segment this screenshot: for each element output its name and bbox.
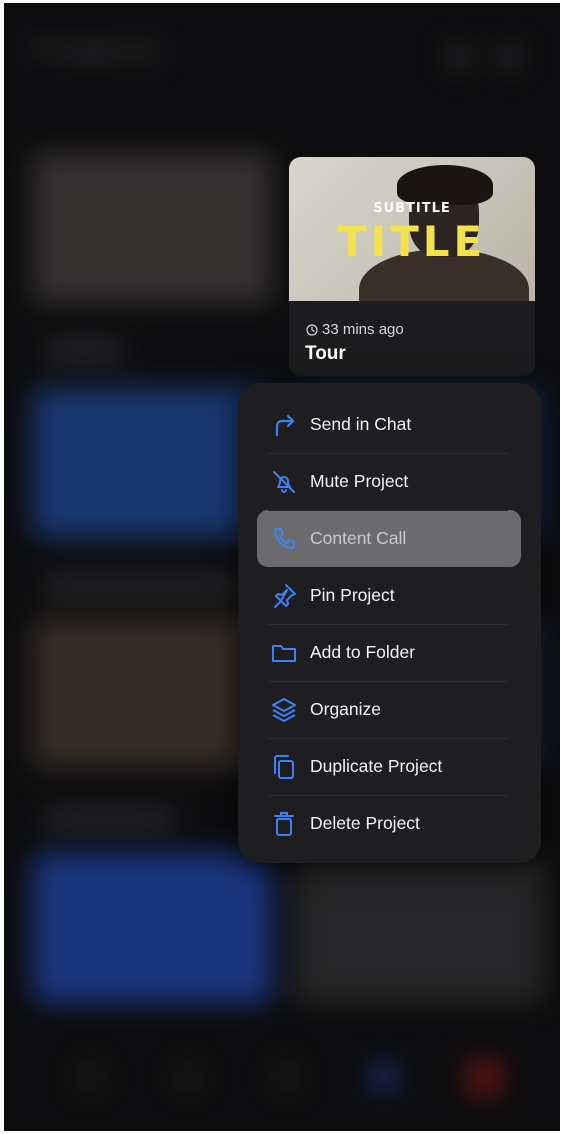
- background-tile: [32, 618, 272, 768]
- menu-item-label: Send in Chat: [310, 414, 412, 434]
- menu-item-add-to-folder[interactable]: Add to Folder: [268, 624, 508, 682]
- background-tile: [32, 388, 272, 538]
- phone-icon: [268, 523, 300, 555]
- menu-item-label: Duplicate Project: [310, 756, 443, 776]
- menu-item-label: Mute Project: [310, 471, 409, 491]
- menu-item-label: Add to Folder: [310, 642, 416, 662]
- menu-item-organize[interactable]: Organize: [268, 681, 508, 739]
- background-search-icon: [444, 43, 472, 71]
- project-timestamp: 33 mins ago: [306, 321, 404, 338]
- background-tile: [294, 853, 544, 1003]
- menu-item-content-call[interactable]: Content Call: [268, 510, 508, 567]
- folder-icon: [268, 637, 300, 669]
- menu-item-pin-project[interactable]: Pin Project: [268, 567, 508, 625]
- background-tab-icon: [174, 1063, 202, 1091]
- menu-item-label: Content Call: [310, 528, 407, 548]
- menu-item-duplicate-project[interactable]: Duplicate Project: [268, 738, 508, 796]
- menu-item-label: Organize: [310, 699, 382, 719]
- share-forward-icon: [268, 409, 300, 441]
- trash-icon: [268, 808, 300, 840]
- duplicate-icon: [268, 751, 300, 783]
- background-menu-icon: [496, 43, 524, 71]
- background-text: [44, 811, 174, 825]
- project-name: Tour: [305, 343, 346, 364]
- background-tab-icon: [464, 1058, 504, 1098]
- background-tab-icon: [370, 1063, 398, 1091]
- bell-slash-icon: [268, 466, 300, 498]
- menu-item-label: Pin Project: [310, 585, 395, 605]
- background-tab-icon: [76, 1063, 104, 1091]
- menu-item-label: Delete Project: [310, 813, 420, 833]
- pin-icon: [268, 580, 300, 612]
- background-tile: [32, 153, 272, 303]
- thumbnail-subtitle: SUBTITLE: [373, 201, 451, 216]
- menu-item-delete-project[interactable]: Delete Project: [268, 795, 508, 852]
- menu-item-mute-project[interactable]: Mute Project: [268, 453, 508, 511]
- thumbnail-title: TITLE: [337, 217, 487, 266]
- background-tile: [32, 853, 272, 1003]
- background-text: [44, 343, 124, 357]
- project-context-menu: Send in Chat Mute Project Content Call P…: [238, 383, 541, 863]
- background-text: [44, 578, 244, 592]
- time-ago-text: 33 mins ago: [322, 321, 404, 338]
- menu-item-send-in-chat[interactable]: Send in Chat: [268, 396, 508, 454]
- phone-screen: Projects SUBTITLE TITLE 33 mins ago Tour…: [4, 3, 560, 1131]
- background-tab-icon: [272, 1063, 300, 1091]
- project-thumbnail: SUBTITLE TITLE: [289, 157, 535, 301]
- layers-icon: [268, 694, 300, 726]
- clock-icon: [306, 323, 318, 336]
- background-title: Projects: [30, 31, 165, 69]
- project-preview-card[interactable]: SUBTITLE TITLE 33 mins ago Tour: [289, 157, 535, 376]
- thumbnail-figure-hair: [397, 165, 493, 205]
